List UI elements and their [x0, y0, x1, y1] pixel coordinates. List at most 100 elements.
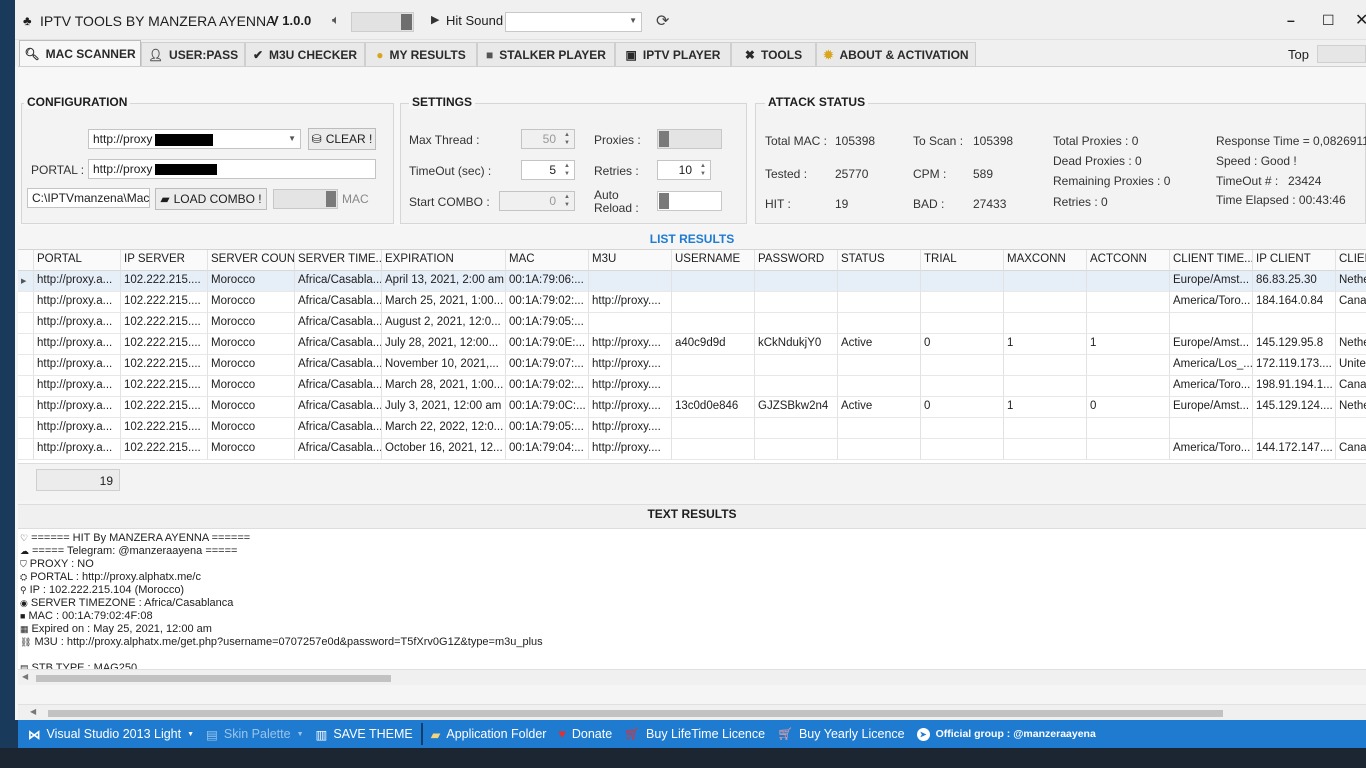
table-cell[interactable]: Morocco	[208, 439, 295, 460]
text-results-area[interactable]: ♡ ====== HIT By MANZERA AYENNA ====== ☁ ===…	[18, 529, 1366, 669]
table-cell[interactable]: Africa/Casabla...	[295, 313, 382, 334]
table-cell[interactable]	[838, 418, 921, 439]
row-selector[interactable]	[18, 355, 34, 376]
table-cell[interactable]	[1170, 313, 1253, 334]
table-cell[interactable]: 198.91.194.1...	[1253, 376, 1336, 397]
table-cell[interactable]	[921, 271, 1004, 292]
tab-mac-scanner[interactable]: 🔍︎ MAC SCANNER	[19, 40, 141, 67]
table-cell[interactable]	[921, 292, 1004, 313]
table-cell[interactable]: http://proxy.a...	[34, 397, 121, 418]
table-cell[interactable]	[589, 271, 672, 292]
text-results-hscrollbar[interactable]: ◀	[18, 669, 1366, 685]
table-cell[interactable]: 00:1A:79:07:...	[506, 355, 589, 376]
column-header[interactable]: IP SERVER	[121, 250, 208, 271]
table-cell[interactable]: 1	[1004, 397, 1087, 418]
table-cell[interactable]: America/Toro...	[1170, 376, 1253, 397]
table-cell[interactable]	[1087, 313, 1170, 334]
buy-yearly-button[interactable]: 🛒︎ Buy Yearly Licence	[771, 727, 911, 742]
table-cell[interactable]: http://proxy.a...	[34, 355, 121, 376]
table-cell[interactable]	[921, 376, 1004, 397]
table-cell[interactable]: America/Toro...	[1170, 439, 1253, 460]
table-cell[interactable]: a40c9d9d	[672, 334, 755, 355]
table-cell[interactable]	[1004, 418, 1087, 439]
table-cell[interactable]: http://proxy.a...	[34, 376, 121, 397]
table-cell[interactable]	[1336, 313, 1366, 334]
table-cell[interactable]: 00:1A:79:02:...	[506, 376, 589, 397]
row-selector[interactable]	[18, 376, 34, 397]
table-cell[interactable]	[755, 418, 838, 439]
table-cell[interactable]: http://proxy.a...	[34, 418, 121, 439]
table-cell[interactable]: 1	[1004, 334, 1087, 355]
table-cell[interactable]: 00:1A:79:0E:...	[506, 334, 589, 355]
table-cell[interactable]	[1087, 292, 1170, 313]
table-cell[interactable]: http://proxy....	[589, 292, 672, 313]
tab-my-results[interactable]: ● MY RESULTS	[365, 42, 477, 66]
play-icon[interactable]: ▶	[431, 13, 439, 26]
column-header[interactable]: M3U	[589, 250, 672, 271]
column-header[interactable]: TRIAL	[921, 250, 1004, 271]
table-cell[interactable]	[755, 271, 838, 292]
refresh-icon[interactable]: ⟳	[656, 11, 669, 31]
column-header[interactable]: CLIENT TIME...	[1170, 250, 1253, 271]
retries-spinner[interactable]: 10 ▲ ▼	[657, 160, 711, 180]
row-selector[interactable]	[18, 439, 34, 460]
table-cell[interactable]	[1004, 439, 1087, 460]
table-cell[interactable]	[1004, 271, 1087, 292]
table-cell[interactable]	[672, 271, 755, 292]
mac-toggle[interactable]	[273, 189, 338, 209]
table-cell[interactable]: 0	[921, 397, 1004, 418]
table-cell[interactable]	[589, 313, 672, 334]
table-cell[interactable]: 144.172.147....	[1253, 439, 1336, 460]
row-selector[interactable]	[18, 418, 34, 439]
column-header[interactable]: USERNAME	[672, 250, 755, 271]
max-thread-spinner[interactable]: 50 ▲ ▼	[521, 129, 575, 149]
table-cell[interactable]: Africa/Casabla...	[295, 418, 382, 439]
table-cell[interactable]: GJZSBkw2n4	[755, 397, 838, 418]
column-header[interactable]: MAXCONN	[1004, 250, 1087, 271]
table-cell[interactable]: Morocco	[208, 334, 295, 355]
main-hscrollbar[interactable]: ◀	[18, 704, 1366, 720]
start-combo-spinner[interactable]: 0 ▲ ▼	[499, 191, 575, 211]
table-cell[interactable]	[1253, 418, 1336, 439]
table-cell[interactable]	[755, 292, 838, 313]
column-header[interactable]: STATUS	[838, 250, 921, 271]
table-cell[interactable]	[1087, 439, 1170, 460]
column-header[interactable]: EXPIRATION	[382, 250, 506, 271]
table-cell[interactable]: 00:1A:79:06:...	[506, 271, 589, 292]
column-header[interactable]: ACTCONN	[1087, 250, 1170, 271]
table-cell[interactable]	[1253, 313, 1336, 334]
table-cell[interactable]: Africa/Casabla...	[295, 376, 382, 397]
load-combo-button[interactable]: ▰ LOAD COMBO !	[155, 188, 267, 210]
table-cell[interactable]: Europe/Amst...	[1170, 397, 1253, 418]
table-cell[interactable]	[672, 355, 755, 376]
table-cell[interactable]	[921, 355, 1004, 376]
table-cell[interactable]: Unite	[1336, 355, 1366, 376]
table-cell[interactable]: America/Los_...	[1170, 355, 1253, 376]
table-cell[interactable]: Morocco	[208, 418, 295, 439]
hit-sound-select[interactable]: ▼	[505, 12, 642, 32]
table-cell[interactable]: 102.222.215....	[121, 292, 208, 313]
table-cell[interactable]	[1004, 355, 1087, 376]
table-cell[interactable]: 184.164.0.84	[1253, 292, 1336, 313]
table-cell[interactable]: Africa/Casabla...	[295, 397, 382, 418]
table-cell[interactable]: Nethe	[1336, 334, 1366, 355]
table-cell[interactable]: Nethe	[1336, 271, 1366, 292]
volume-slider[interactable]	[351, 12, 414, 32]
table-cell[interactable]: 0	[921, 334, 1004, 355]
table-cell[interactable]: August 2, 2021, 12:0...	[382, 313, 506, 334]
table-cell[interactable]: Europe/Amst...	[1170, 271, 1253, 292]
table-cell[interactable]: Europe/Amst...	[1170, 334, 1253, 355]
table-cell[interactable]	[921, 418, 1004, 439]
table-cell[interactable]: Africa/Casabla...	[295, 355, 382, 376]
table-cell[interactable]	[672, 313, 755, 334]
table-cell[interactable]	[921, 439, 1004, 460]
table-cell[interactable]	[838, 292, 921, 313]
table-cell[interactable]	[1170, 418, 1253, 439]
table-cell[interactable]	[755, 355, 838, 376]
results-grid[interactable]: PORTALIP SERVERSERVER COUN...SERVER TIME…	[18, 249, 1366, 463]
table-cell[interactable]: Morocco	[208, 313, 295, 334]
table-cell[interactable]: March 22, 2022, 12:0...	[382, 418, 506, 439]
table-cell[interactable]	[1087, 418, 1170, 439]
column-header[interactable]: MAC	[506, 250, 589, 271]
table-cell[interactable]	[838, 271, 921, 292]
